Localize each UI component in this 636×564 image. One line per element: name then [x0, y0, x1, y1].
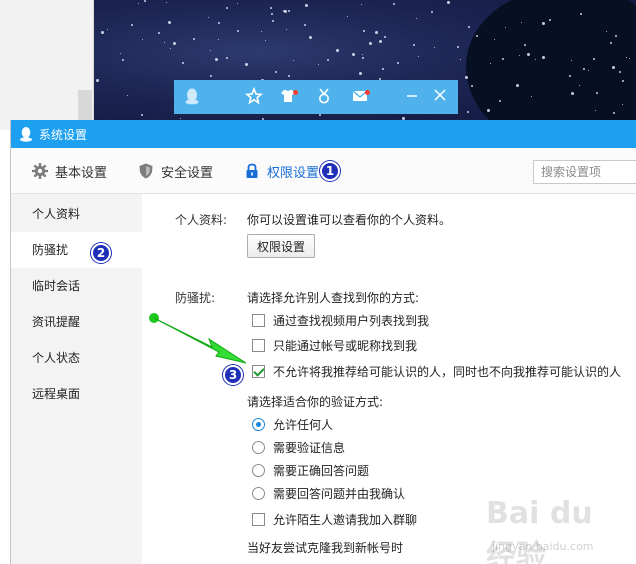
annotation-arrow — [149, 313, 247, 364]
baidu-jingyan-watermark: Bai du 经验 jingyan.baidu.com — [486, 496, 626, 564]
watermark-logo-text: Bai du 经验 — [486, 496, 593, 564]
step-badge-3: 3 — [223, 365, 243, 385]
step-badge-2: 2 — [91, 243, 111, 263]
step-badge-1: 1 — [320, 161, 340, 181]
watermark-url: jingyan.baidu.com — [492, 540, 594, 553]
